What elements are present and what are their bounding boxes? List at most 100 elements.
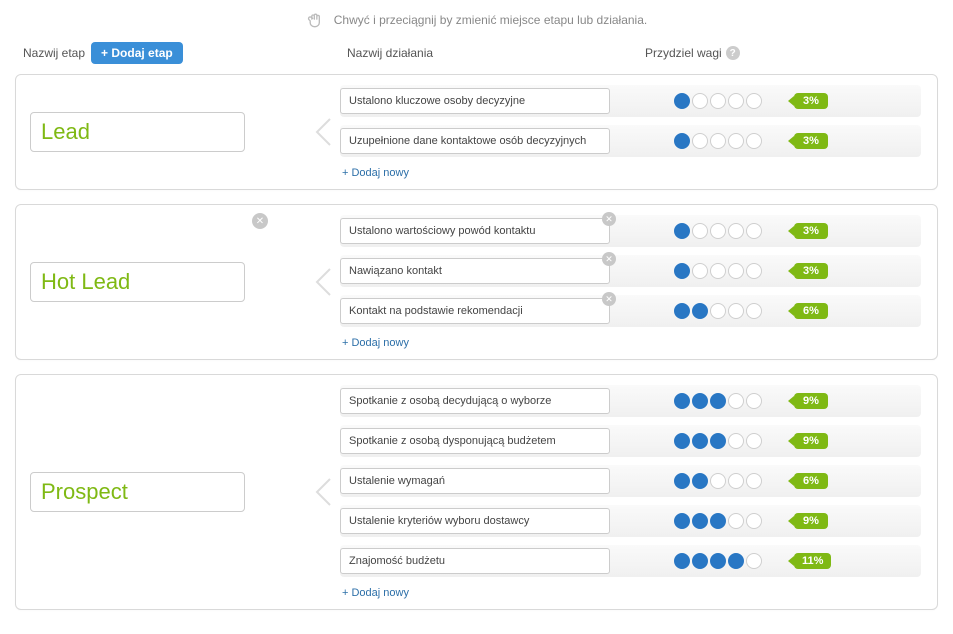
weight-dot[interactable]: [674, 433, 690, 449]
weight-dot[interactable]: [746, 133, 762, 149]
weight-dots[interactable]: [674, 473, 762, 489]
action-row[interactable]: 6%: [340, 465, 921, 497]
add-stage-button[interactable]: + Dodaj etap: [91, 42, 183, 64]
weight-dot[interactable]: [728, 263, 744, 279]
weight-dot[interactable]: [692, 223, 708, 239]
weight-dot[interactable]: [674, 553, 690, 569]
weight-dots[interactable]: [674, 223, 762, 239]
stage-name-input[interactable]: [30, 472, 245, 512]
stage-card[interactable]: ✕✕3%✕3%✕6%+ Dodaj nowy: [15, 204, 938, 360]
weight-dot[interactable]: [692, 433, 708, 449]
weight-dots[interactable]: [674, 133, 762, 149]
action-name-input[interactable]: [340, 548, 610, 574]
weight-dot[interactable]: [746, 263, 762, 279]
weight-dot[interactable]: [746, 473, 762, 489]
action-row[interactable]: ✕ 6%: [340, 295, 921, 327]
action-row[interactable]: 9%: [340, 505, 921, 537]
weight-dots[interactable]: [674, 553, 762, 569]
weight-dot[interactable]: [746, 393, 762, 409]
weight-dot[interactable]: [746, 223, 762, 239]
action-name-input[interactable]: [340, 428, 610, 454]
weight-dot[interactable]: [692, 303, 708, 319]
help-icon[interactable]: ?: [726, 46, 740, 60]
weight-dots[interactable]: [674, 393, 762, 409]
weight-dot[interactable]: [728, 473, 744, 489]
action-name-input[interactable]: [340, 218, 610, 244]
weight-dot[interactable]: [692, 393, 708, 409]
delete-action-button[interactable]: ✕: [602, 292, 616, 306]
weight-dots[interactable]: [674, 513, 762, 529]
weight-dot[interactable]: [692, 133, 708, 149]
action-name-input[interactable]: [340, 88, 610, 114]
weight-dots[interactable]: [674, 93, 762, 109]
weight-dot[interactable]: [728, 433, 744, 449]
weight-dot[interactable]: [710, 433, 726, 449]
weight-dot[interactable]: [746, 553, 762, 569]
header-weights: Przydziel wagi: [645, 46, 722, 60]
action-row[interactable]: 11%: [340, 545, 921, 577]
weight-dot[interactable]: [710, 93, 726, 109]
weight-dot[interactable]: [674, 473, 690, 489]
weight-dot[interactable]: [710, 473, 726, 489]
stage-name-input[interactable]: [30, 262, 245, 302]
action-row[interactable]: 3%: [340, 125, 921, 157]
weight-dot[interactable]: [746, 303, 762, 319]
weight-badge: 11%: [794, 553, 831, 569]
weight-dot[interactable]: [710, 263, 726, 279]
weight-dot[interactable]: [746, 93, 762, 109]
weight-dot[interactable]: [674, 93, 690, 109]
weight-dot[interactable]: [692, 513, 708, 529]
weight-dot[interactable]: [728, 93, 744, 109]
action-name-input[interactable]: [340, 298, 610, 324]
action-name-input[interactable]: [340, 508, 610, 534]
weight-dots[interactable]: [674, 303, 762, 319]
stage-card[interactable]: 9% 9% 6% 9% 11% + Dodaj nowy: [15, 374, 938, 610]
weight-dot[interactable]: [674, 133, 690, 149]
weight-dot[interactable]: [692, 263, 708, 279]
weight-dot[interactable]: [674, 263, 690, 279]
weight-dot[interactable]: [692, 93, 708, 109]
stage-name-input[interactable]: [30, 112, 245, 152]
delete-action-button[interactable]: ✕: [602, 252, 616, 266]
action-row[interactable]: 9%: [340, 385, 921, 417]
action-row[interactable]: 9%: [340, 425, 921, 457]
stage-card[interactable]: 3% 3% + Dodaj nowy: [15, 74, 938, 190]
header-actions: Nazwij działania: [347, 46, 433, 60]
weight-dot[interactable]: [674, 223, 690, 239]
weight-dot[interactable]: [746, 513, 762, 529]
weight-dot[interactable]: [710, 513, 726, 529]
weight-dot[interactable]: [710, 553, 726, 569]
action-row[interactable]: ✕3%: [340, 255, 921, 287]
weight-dot[interactable]: [728, 223, 744, 239]
weight-dots[interactable]: [674, 433, 762, 449]
action-name-input[interactable]: [340, 128, 610, 154]
weight-badge: 9%: [794, 513, 828, 529]
weight-dot[interactable]: [674, 393, 690, 409]
weight-badge: 6%: [794, 303, 828, 319]
weight-dot[interactable]: [692, 553, 708, 569]
add-action-link[interactable]: + Dodaj nowy: [340, 337, 921, 349]
weight-dot[interactable]: [674, 303, 690, 319]
weight-dot[interactable]: [710, 303, 726, 319]
weight-dot[interactable]: [710, 223, 726, 239]
action-row[interactable]: ✕3%: [340, 215, 921, 247]
weight-dots[interactable]: [674, 263, 762, 279]
action-name-input[interactable]: [340, 468, 610, 494]
weight-dot[interactable]: [728, 553, 744, 569]
weight-dot[interactable]: [692, 473, 708, 489]
weight-dot[interactable]: [728, 513, 744, 529]
weight-dot[interactable]: [728, 133, 744, 149]
delete-action-button[interactable]: ✕: [602, 212, 616, 226]
add-action-link[interactable]: + Dodaj nowy: [340, 587, 921, 599]
weight-dot[interactable]: [728, 393, 744, 409]
action-name-input[interactable]: [340, 388, 610, 414]
weight-dot[interactable]: [710, 393, 726, 409]
weight-dot[interactable]: [746, 433, 762, 449]
action-name-input[interactable]: [340, 258, 610, 284]
add-action-link[interactable]: + Dodaj nowy: [340, 167, 921, 179]
delete-stage-button[interactable]: ✕: [252, 213, 268, 229]
weight-dot[interactable]: [674, 513, 690, 529]
action-row[interactable]: 3%: [340, 85, 921, 117]
weight-dot[interactable]: [728, 303, 744, 319]
weight-dot[interactable]: [710, 133, 726, 149]
